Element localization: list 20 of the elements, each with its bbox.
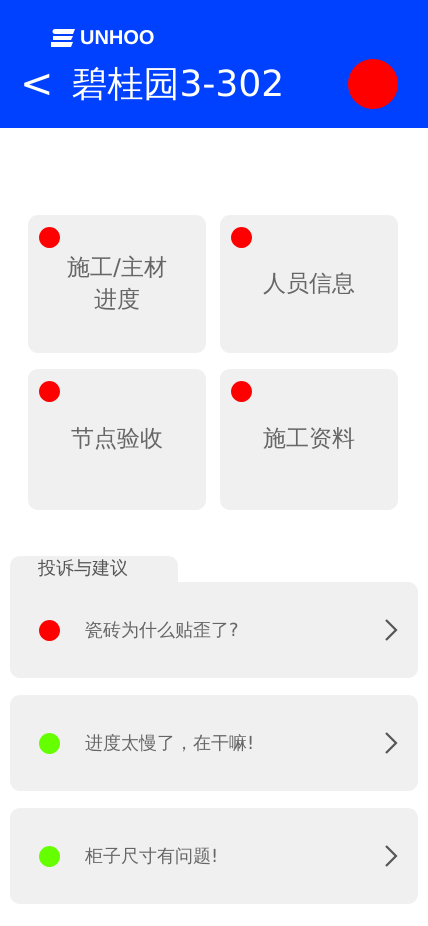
logo-text: UNHOO bbox=[80, 26, 154, 50]
feedback-item[interactable]: 瓷砖为什么贴歪了? bbox=[10, 582, 418, 678]
menu-tile[interactable]: 施工/主材进度 bbox=[28, 215, 206, 353]
chevron-icon bbox=[384, 618, 398, 642]
feedback-item[interactable]: 进度太慢了，在干嘛! bbox=[10, 695, 418, 791]
menu-tile[interactable]: 人员信息 bbox=[220, 215, 398, 353]
avatar[interactable] bbox=[348, 59, 398, 109]
menu-tile[interactable]: 施工资料 bbox=[220, 369, 398, 510]
chevron-icon bbox=[384, 731, 398, 755]
notification-dot bbox=[39, 381, 60, 402]
section-title: 投诉与建议 bbox=[38, 558, 128, 579]
menu-tile[interactable]: 节点验收 bbox=[28, 369, 206, 510]
chevron-icon bbox=[384, 844, 398, 868]
page-title: 碧桂园3-302 bbox=[72, 62, 286, 106]
notification-dot bbox=[39, 227, 60, 248]
back-button[interactable]: < bbox=[16, 64, 58, 104]
notification-dot bbox=[231, 227, 252, 248]
notification-dot bbox=[231, 381, 252, 402]
logo-icon bbox=[51, 29, 75, 47]
feedback-item[interactable]: 柜子尺寸有问题! bbox=[10, 808, 418, 904]
